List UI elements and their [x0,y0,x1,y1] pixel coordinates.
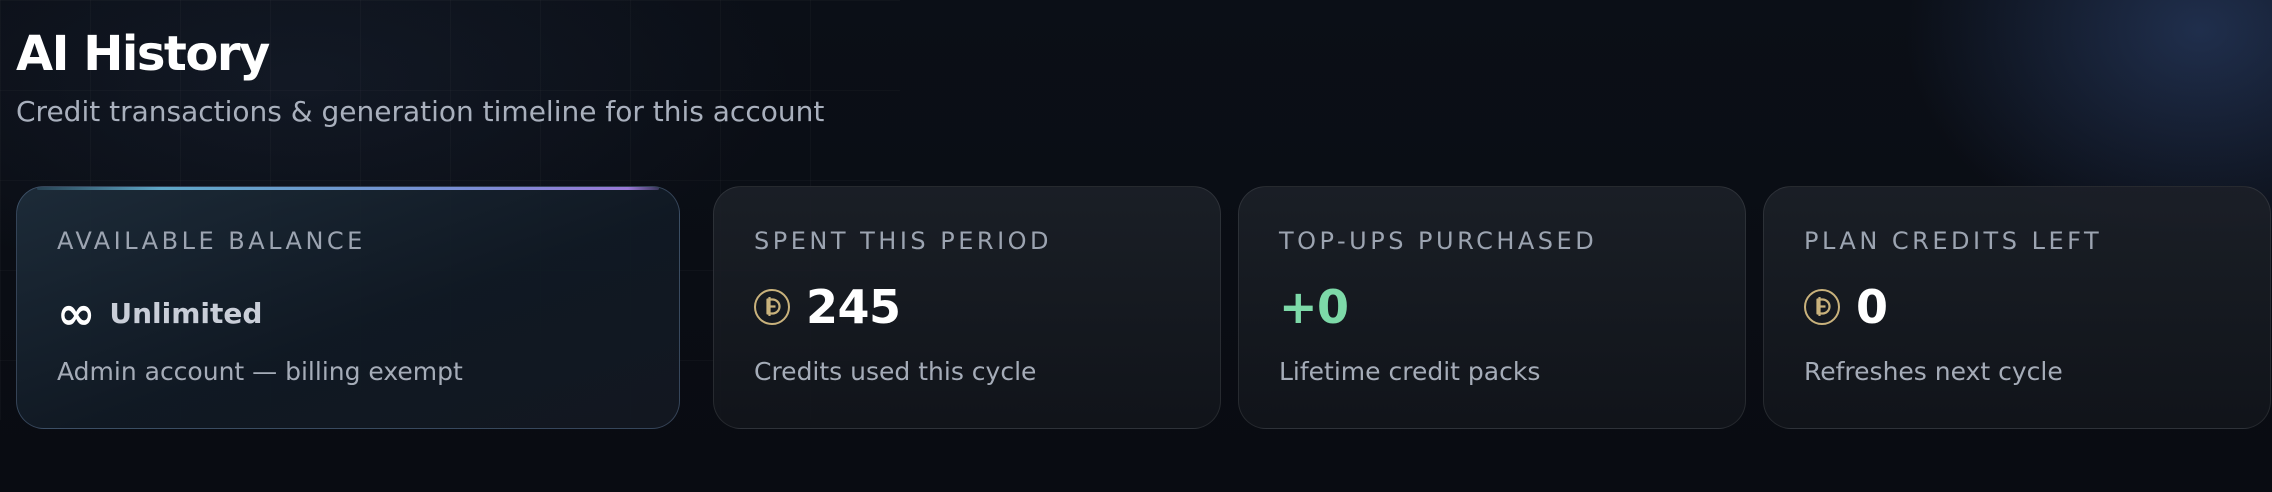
card-caption: Lifetime credit packs [1279,357,1541,386]
spent-this-period-card: SPENT THIS PERIOD 245 Credits used this … [713,186,1221,429]
infinity-icon: ∞ [57,286,96,340]
card-label: TOP-UPS PURCHASED [1279,227,1598,255]
card-caption: Refreshes next cycle [1804,357,2063,386]
balance-value: Unlimited [109,296,263,330]
card-value-row: 245 [754,277,901,337]
page-title: AI History [16,26,270,82]
page-subtitle: Credit transactions & generation timelin… [16,95,825,128]
credit-coin-icon [754,289,790,325]
card-value-row: ∞ Unlimited [57,283,262,343]
card-label: PLAN CREDITS LEFT [1804,227,2103,255]
card-caption: Admin account — billing exempt [57,357,463,386]
spent-value: 245 [806,280,901,334]
available-balance-card: AVAILABLE BALANCE ∞ Unlimited Admin acco… [16,186,680,429]
top-ups-purchased-card: TOP-UPS PURCHASED +0 Lifetime credit pac… [1238,186,1746,429]
top-ups-value: +0 [1279,280,1349,334]
plan-credits-left-card: PLAN CREDITS LEFT 0 Refreshes next cycle [1763,186,2271,429]
page-header: AI History Credit transactions & generat… [16,22,824,130]
card-caption: Credits used this cycle [754,357,1037,386]
plan-credits-value: 0 [1856,280,1888,334]
card-label: SPENT THIS PERIOD [754,227,1053,255]
card-value-row: 0 [1804,277,1888,337]
card-label: AVAILABLE BALANCE [57,227,366,255]
card-value-row: +0 [1279,277,1349,337]
credit-coin-icon [1804,289,1840,325]
